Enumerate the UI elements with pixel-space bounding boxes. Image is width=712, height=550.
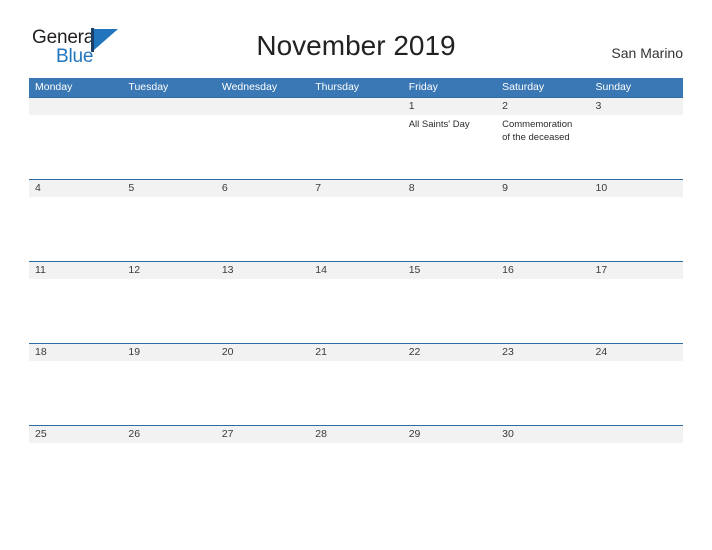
day-event xyxy=(403,361,496,425)
day-event xyxy=(590,279,683,343)
weekday-wednesday: Wednesday xyxy=(221,81,278,93)
day-number[interactable]: 20 xyxy=(216,344,309,361)
day-number[interactable] xyxy=(122,98,215,115)
day-event xyxy=(29,361,122,425)
day-event xyxy=(122,361,215,425)
day-number[interactable] xyxy=(309,98,402,115)
calendar-grid: Monday Tuesday Wednesday Thursday Friday… xyxy=(29,78,683,507)
weekday-monday: Monday xyxy=(35,81,73,93)
day-event xyxy=(496,279,589,343)
week-event-band xyxy=(29,361,683,425)
day-number[interactable]: 19 xyxy=(122,344,215,361)
day-number[interactable]: 16 xyxy=(496,262,589,279)
day-number[interactable]: 26 xyxy=(122,426,215,443)
weekday-thursday: Thursday xyxy=(315,81,360,93)
day-event xyxy=(216,443,309,507)
location-label: San Marino xyxy=(611,45,683,61)
week-date-band: 25 26 27 28 29 30 xyxy=(29,426,683,443)
day-event xyxy=(122,115,215,179)
day-number[interactable]: 8 xyxy=(403,180,496,197)
day-number[interactable]: 27 xyxy=(216,426,309,443)
day-event: Commemoration of the deceased xyxy=(502,119,573,143)
day-event xyxy=(309,279,402,343)
week-row: 25 26 27 28 29 30 xyxy=(29,425,683,507)
day-number[interactable]: 21 xyxy=(309,344,402,361)
weekday-saturday: Saturday xyxy=(502,81,545,93)
day-number[interactable]: 15 xyxy=(403,262,496,279)
day-number[interactable]: 4 xyxy=(29,180,122,197)
week-date-band: 11 12 13 14 15 16 17 xyxy=(29,262,683,279)
week-row: 1 2 3 All Saints' Day Commemoration of t… xyxy=(29,97,683,179)
weekday-header-row: Monday Tuesday Wednesday Thursday Friday… xyxy=(29,78,683,97)
day-event xyxy=(403,443,496,507)
week-event-band xyxy=(29,197,683,261)
day-event xyxy=(122,279,215,343)
page-header: General Blue November 2019 San Marino xyxy=(0,0,712,76)
day-event xyxy=(403,197,496,261)
day-number[interactable]: 1 xyxy=(403,98,496,115)
weekday-tuesday: Tuesday xyxy=(128,81,169,93)
week-date-band: 4 5 6 7 8 9 10 xyxy=(29,180,683,197)
day-event xyxy=(309,197,402,261)
weekday-sunday: Sunday xyxy=(595,81,632,93)
day-event xyxy=(309,361,402,425)
day-number[interactable]: 18 xyxy=(29,344,122,361)
day-event xyxy=(122,443,215,507)
day-number[interactable]: 2 xyxy=(496,98,589,115)
day-number[interactable]: 29 xyxy=(403,426,496,443)
day-event xyxy=(496,443,589,507)
day-number[interactable]: 12 xyxy=(122,262,215,279)
day-number[interactable]: 24 xyxy=(590,344,683,361)
day-number[interactable]: 22 xyxy=(403,344,496,361)
week-row: 4 5 6 7 8 9 10 xyxy=(29,179,683,261)
week-event-band: All Saints' Day Commemoration of the dec… xyxy=(29,115,683,179)
week-row: 18 19 20 21 22 23 24 xyxy=(29,343,683,425)
day-event xyxy=(590,197,683,261)
day-number[interactable]: 14 xyxy=(309,262,402,279)
day-event xyxy=(29,115,122,179)
day-number[interactable] xyxy=(590,426,683,443)
day-event xyxy=(403,279,496,343)
day-number[interactable]: 23 xyxy=(496,344,589,361)
day-number[interactable]: 6 xyxy=(216,180,309,197)
day-number[interactable]: 13 xyxy=(216,262,309,279)
day-number[interactable]: 3 xyxy=(590,98,683,115)
day-event xyxy=(29,443,122,507)
day-number[interactable]: 30 xyxy=(496,426,589,443)
day-event xyxy=(309,443,402,507)
day-event xyxy=(216,197,309,261)
day-event xyxy=(590,361,683,425)
week-date-band: 18 19 20 21 22 23 24 xyxy=(29,344,683,361)
day-number[interactable] xyxy=(29,98,122,115)
page-title: November 2019 xyxy=(256,30,456,61)
day-number[interactable]: 11 xyxy=(29,262,122,279)
day-number[interactable]: 9 xyxy=(496,180,589,197)
day-event xyxy=(216,361,309,425)
day-number[interactable]: 28 xyxy=(309,426,402,443)
day-event xyxy=(496,361,589,425)
week-date-band: 1 2 3 xyxy=(29,98,683,115)
week-row: 11 12 13 14 15 16 17 xyxy=(29,261,683,343)
day-event xyxy=(29,279,122,343)
calendar-page: General Blue November 2019 San Marino Mo… xyxy=(0,0,712,550)
day-event xyxy=(590,115,683,179)
weekday-friday: Friday xyxy=(408,81,438,93)
day-number[interactable]: 5 xyxy=(122,180,215,197)
day-number[interactable]: 7 xyxy=(309,180,402,197)
day-event xyxy=(590,443,683,507)
day-event xyxy=(122,197,215,261)
day-event: All Saints' Day xyxy=(408,119,470,130)
day-number[interactable]: 25 xyxy=(29,426,122,443)
day-number[interactable]: 10 xyxy=(590,180,683,197)
day-number[interactable]: 17 xyxy=(590,262,683,279)
day-event xyxy=(216,115,309,179)
day-event xyxy=(216,279,309,343)
day-event xyxy=(496,197,589,261)
week-event-band xyxy=(29,279,683,343)
day-event xyxy=(309,115,402,179)
week-event-band xyxy=(29,443,683,507)
day-number[interactable] xyxy=(216,98,309,115)
day-event xyxy=(29,197,122,261)
